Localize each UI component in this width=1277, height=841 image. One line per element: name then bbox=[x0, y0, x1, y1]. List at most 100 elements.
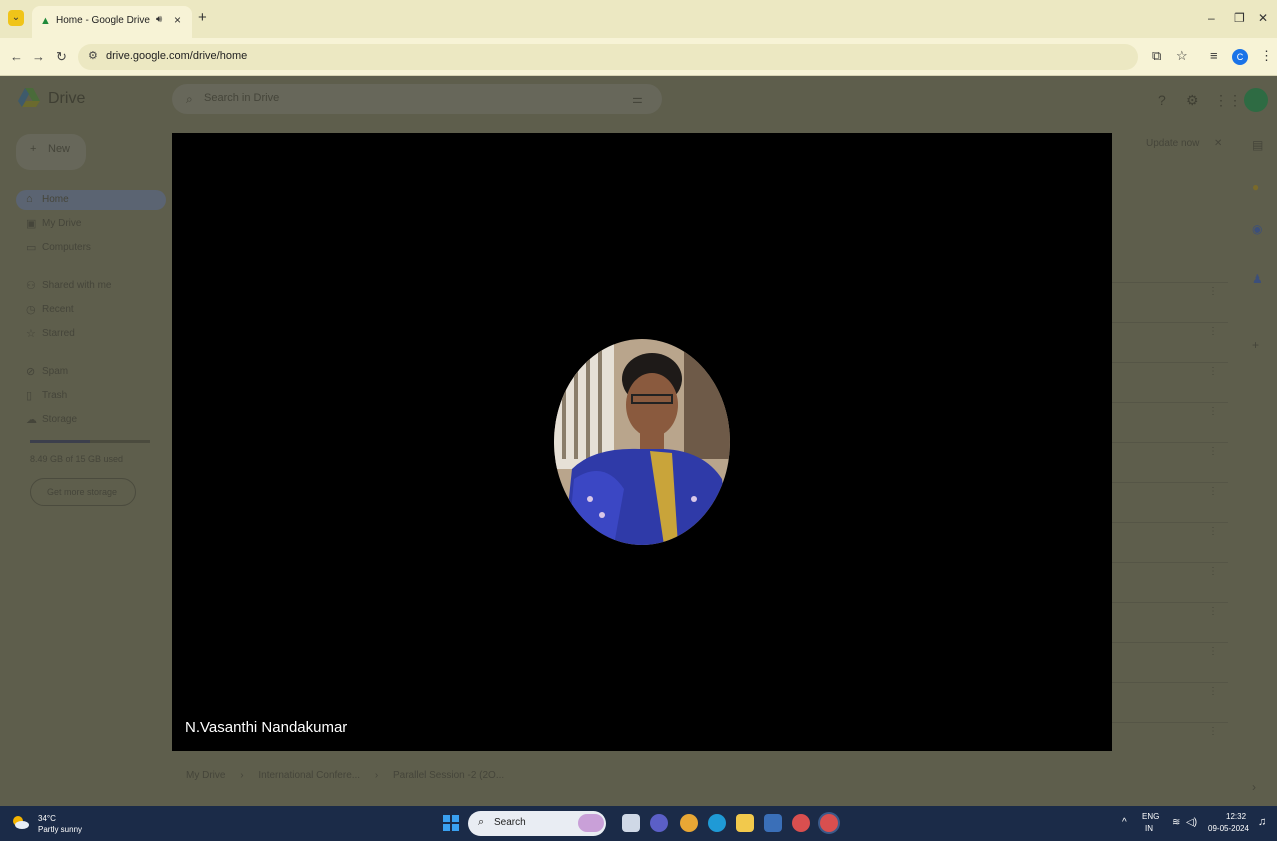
teams-meet-icon[interactable] bbox=[650, 814, 668, 832]
sidebar-item-label: Starred bbox=[42, 328, 75, 339]
wifi-icon[interactable]: ≋ bbox=[1172, 817, 1180, 828]
breadcrumb-folder[interactable]: Parallel Session -2 (2O... bbox=[393, 770, 504, 781]
bookmark-star-icon[interactable]: ☆ bbox=[1176, 48, 1188, 64]
language-code[interactable]: ENG bbox=[1142, 812, 1159, 821]
sidebar-item-trash[interactable]: ▯ Trash bbox=[16, 386, 166, 406]
more-actions-icon[interactable]: ⋮ bbox=[1208, 686, 1218, 697]
sidebar-item-storage[interactable]: ☁ Storage bbox=[16, 410, 166, 430]
install-app-icon[interactable]: ⧉ bbox=[1152, 48, 1161, 64]
new-tab-button[interactable]: + bbox=[198, 9, 207, 26]
more-actions-icon[interactable]: ⋮ bbox=[1208, 406, 1218, 417]
more-actions-icon[interactable]: ⋮ bbox=[1208, 326, 1218, 337]
sidebar-item-computers[interactable]: ▭ Computers bbox=[16, 238, 166, 258]
task-view-icon[interactable] bbox=[622, 814, 640, 832]
account-avatar[interactable] bbox=[1244, 88, 1268, 112]
browser-menu-icon[interactable]: ⋮ bbox=[1260, 48, 1273, 64]
store-icon[interactable] bbox=[764, 814, 782, 832]
more-actions-icon[interactable]: ⋮ bbox=[1208, 446, 1218, 457]
video-tile[interactable]: N.Vasanthi Nandakumar bbox=[172, 133, 1112, 751]
search-highlight-icon[interactable] bbox=[578, 814, 604, 832]
breadcrumb-folder[interactable]: International Confere... bbox=[258, 770, 360, 781]
speaker-icon[interactable]: 🔊︎ bbox=[156, 14, 162, 25]
windows-logo-icon bbox=[452, 815, 459, 822]
get-more-storage-button[interactable]: Get more storage bbox=[30, 478, 136, 506]
contacts-icon[interactable]: ♟ bbox=[1252, 272, 1263, 286]
weather-description[interactable]: Partly sunny bbox=[38, 825, 82, 834]
more-actions-icon[interactable]: ⋮ bbox=[1208, 566, 1218, 577]
drive-app-name: Drive bbox=[48, 90, 86, 107]
search-icon: ⌕ bbox=[186, 92, 193, 106]
edge-icon[interactable] bbox=[708, 814, 726, 832]
more-actions-icon[interactable]: ⋮ bbox=[1208, 646, 1218, 657]
notification-bell-icon[interactable]: ♫ bbox=[1258, 816, 1266, 828]
address-bar-row: ← → ↻ ⚙ drive.google.com/drive/home ⧉ ☆ … bbox=[0, 38, 1277, 76]
apps-grid-icon[interactable]: ⋮⋮ bbox=[1214, 92, 1242, 109]
weather-temperature[interactable]: 34°C bbox=[38, 814, 56, 823]
reload-button[interactable]: ↻ bbox=[56, 49, 67, 65]
reading-list-icon[interactable]: ≡ bbox=[1210, 48, 1218, 63]
browser-tab[interactable]: ▲ Home - Google Drive 🔊︎ × bbox=[32, 6, 192, 38]
more-actions-icon[interactable]: ⋮ bbox=[1208, 726, 1218, 737]
search-icon: ⌕ bbox=[478, 816, 485, 828]
file-explorer-icon[interactable] bbox=[736, 814, 754, 832]
search-options-icon[interactable]: ⚌ bbox=[632, 92, 643, 106]
sidebar-item-recent[interactable]: ◷ Recent bbox=[16, 300, 166, 320]
more-actions-icon[interactable]: ⋮ bbox=[1208, 606, 1218, 617]
start-button[interactable] bbox=[443, 815, 459, 831]
file-row-divider bbox=[1110, 562, 1228, 563]
drive-favicon-icon: ▲ bbox=[40, 15, 51, 27]
language-region[interactable]: IN bbox=[1145, 824, 1153, 833]
settings-gear-icon[interactable]: ⚙ bbox=[1186, 92, 1199, 109]
help-icon[interactable]: ? bbox=[1158, 92, 1166, 108]
storage-usage-text: 8.49 GB of 15 GB used bbox=[30, 454, 124, 464]
spam-icon: ⊘ bbox=[26, 366, 36, 378]
new-button[interactable]: + New bbox=[16, 134, 86, 170]
tasks-icon[interactable]: ◉ bbox=[1252, 222, 1262, 236]
sidebar-item-label: Spam bbox=[42, 366, 69, 377]
close-window-button[interactable]: ✕ bbox=[1258, 11, 1268, 25]
sidebar-item-spam[interactable]: ⊘ Spam bbox=[16, 362, 166, 382]
chrome-profile-active-icon[interactable] bbox=[820, 814, 838, 832]
clock-time[interactable]: 12:32 bbox=[1226, 812, 1246, 821]
calendar-icon[interactable]: ▤ bbox=[1252, 138, 1263, 152]
forward-button[interactable]: → bbox=[32, 49, 45, 64]
banner-close-icon[interactable]: ✕ bbox=[1214, 138, 1222, 149]
update-now-button[interactable]: Update now bbox=[1146, 138, 1199, 149]
add-addon-icon[interactable]: + bbox=[1252, 338, 1259, 352]
search-placeholder: Search in Drive bbox=[204, 92, 280, 104]
taskbar-search-label: Search bbox=[494, 817, 526, 828]
sidebar-item-home[interactable]: ⌂ Home bbox=[16, 190, 166, 210]
sidebar-item-starred[interactable]: ☆ Starred bbox=[16, 324, 166, 344]
tab-close-icon[interactable]: × bbox=[174, 13, 181, 27]
profile-avatar[interactable]: C bbox=[1232, 49, 1248, 65]
starred-icon: ☆ bbox=[26, 328, 36, 340]
url-field[interactable]: ⚙ drive.google.com/drive/home bbox=[78, 44, 1138, 70]
clock-date[interactable]: 09-05-2024 bbox=[1208, 824, 1249, 833]
speaker-name: N.Vasanthi Nandakumar bbox=[185, 719, 348, 736]
breadcrumb-my-drive[interactable]: My Drive bbox=[186, 770, 225, 781]
drive-search-input[interactable]: ⌕ Search in Drive ⚌ bbox=[172, 84, 662, 114]
file-row-divider bbox=[1110, 722, 1228, 723]
file-row-divider bbox=[1110, 602, 1228, 603]
chrome-icon[interactable] bbox=[680, 814, 698, 832]
sidebar-item-my-drive[interactable]: ▣ My Drive bbox=[16, 214, 166, 234]
volume-icon[interactable]: ◁) bbox=[1186, 817, 1197, 828]
weather-partly-sunny-icon[interactable] bbox=[10, 814, 30, 830]
show-hidden-icons-chevron-icon[interactable]: ^ bbox=[1122, 817, 1127, 828]
more-actions-icon[interactable]: ⋮ bbox=[1208, 486, 1218, 497]
site-info-icon[interactable]: ⚙ bbox=[88, 49, 98, 62]
chrome-profile-icon[interactable] bbox=[792, 814, 810, 832]
sidebar-item-shared[interactable]: ⚇ Shared with me bbox=[16, 276, 166, 296]
keep-icon[interactable]: ● bbox=[1252, 180, 1259, 194]
minimize-button[interactable]: – bbox=[1208, 11, 1215, 25]
restore-button[interactable]: ❐ bbox=[1234, 11, 1245, 25]
more-actions-icon[interactable]: ⋮ bbox=[1208, 526, 1218, 537]
new-button-label: New bbox=[48, 143, 71, 155]
more-actions-icon[interactable]: ⋮ bbox=[1208, 286, 1218, 297]
sidebar-item-label: Shared with me bbox=[42, 280, 112, 291]
back-button[interactable]: ← bbox=[10, 49, 23, 64]
file-row-divider bbox=[1110, 442, 1228, 443]
tab-search-button[interactable]: ⌄ bbox=[8, 10, 24, 26]
expand-panel-icon[interactable]: › bbox=[1252, 780, 1256, 794]
more-actions-icon[interactable]: ⋮ bbox=[1208, 366, 1218, 377]
